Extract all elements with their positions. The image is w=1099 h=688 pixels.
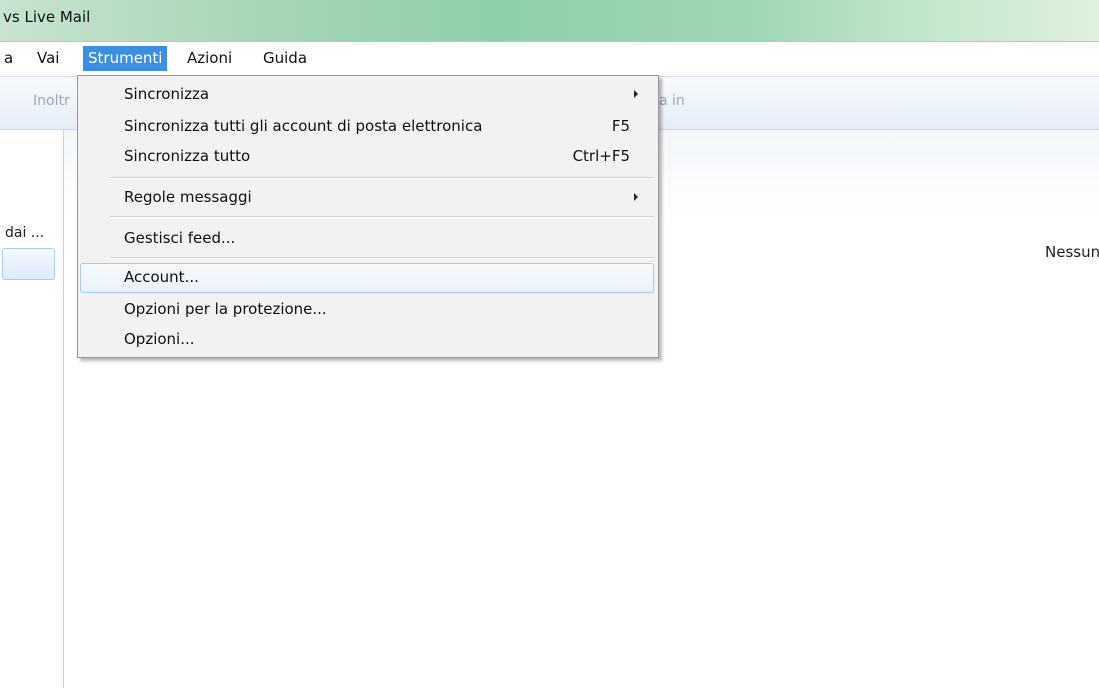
menu-item-sincronizza-account[interactable]: Sincronizza tutti gli account di posta e… [80,112,654,142]
menu-item-label: Account... [124,268,199,286]
menu-item-label: Sincronizza [124,85,210,103]
menu-item-sincronizza[interactable]: Sincronizza [80,80,654,110]
menu-visualizza[interactable]: a [0,46,18,71]
window-title: vs Live Mail [3,8,91,26]
menu-item-label: Opzioni... [124,330,195,348]
menu-item-shortcut: Ctrl+F5 [572,147,630,165]
menu-item-account[interactable]: Account... [80,263,654,293]
menu-item-regole-messaggi[interactable]: Regole messaggi [80,183,654,213]
empty-message: Nessun e [1045,243,1099,261]
menu-item-label: Gestisci feed... [124,229,236,247]
menu-item-label: Regole messaggi [124,188,252,206]
menu-bar: a Vai Strumenti Azioni Guida [0,42,1099,75]
title-bar: vs Live Mail [0,0,1099,42]
menu-item-gestisci-feed[interactable]: Gestisci feed... [80,224,654,254]
menu-item-label: Opzioni per la protezione... [124,300,327,318]
menu-item-label: Sincronizza tutto [124,147,251,165]
folder-item[interactable]: dai ... [5,225,44,241]
selected-folder-item[interactable] [2,248,55,280]
menu-item-label: Sincronizza tutti gli account di posta e… [124,117,483,135]
strumenti-dropdown-menu: Sincronizza Sincronizza tutti gli accoun… [77,75,659,358]
menu-item-opzioni[interactable]: Opzioni... [80,325,654,355]
menu-item-opzioni-protezione[interactable]: Opzioni per la protezione... [80,295,654,325]
menu-strumenti[interactable]: Strumenti [83,46,168,71]
forward-button[interactable]: Inoltr [33,93,70,109]
submenu-arrow-icon [634,193,638,201]
menu-separator [110,257,654,259]
menu-separator [110,177,654,179]
folder-pane: dai ... [0,130,64,688]
submenu-arrow-icon [634,90,638,98]
menu-guida[interactable]: Guida [258,46,312,71]
menu-item-shortcut: F5 [611,117,630,135]
menu-item-sincronizza-tutto[interactable]: Sincronizza tutto Ctrl+F5 [80,142,654,172]
menu-azioni[interactable]: Azioni [182,46,237,71]
toolbar-button-partial[interactable]: a in [659,93,685,109]
menu-vai[interactable]: Vai [32,46,64,71]
menu-separator [110,216,654,218]
